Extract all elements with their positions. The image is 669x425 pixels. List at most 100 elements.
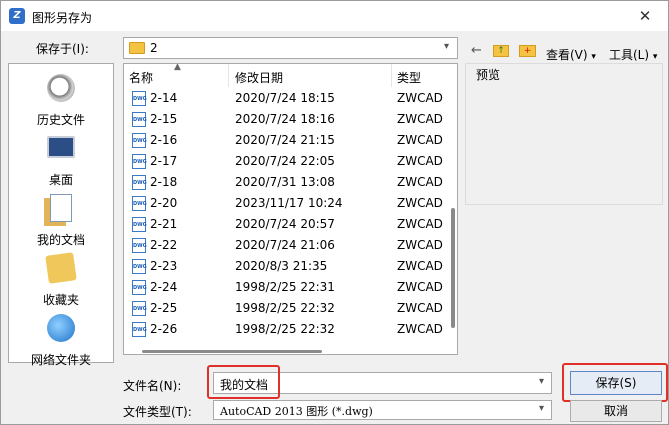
place-network[interactable]: 网络文件夹	[9, 308, 113, 367]
file-date: 1998/2/25 22:32	[235, 301, 335, 315]
file-name: 2-16	[150, 133, 178, 147]
dwg-file-icon: DWG	[132, 112, 147, 127]
file-row[interactable]: DWG 2-23 2020/8/3 21:35 ZWCAD	[124, 256, 457, 277]
chevron-down-icon: ▾	[539, 403, 545, 414]
file-type: ZWCAD	[397, 133, 443, 147]
file-type: ZWCAD	[397, 259, 443, 273]
file-name: 2-18	[150, 175, 178, 189]
preview-label: 预览	[476, 68, 501, 82]
file-row[interactable]: DWG 2-24 1998/2/25 22:31 ZWCAD	[124, 277, 457, 298]
file-row[interactable]: DWG 2-26 1998/2/25 22:32 ZWCAD	[124, 319, 457, 340]
horizontal-scrollbar[interactable]	[142, 350, 322, 353]
filename-label: 文件名(N):	[123, 379, 182, 393]
file-date: 2020/7/24 18:16	[235, 112, 335, 126]
file-type: ZWCAD	[397, 112, 443, 126]
file-row[interactable]: DWG 2-14 2020/7/24 18:15 ZWCAD	[124, 88, 457, 109]
filetype-dropdown[interactable]: AutoCAD 2013 图形 (*.dwg) ▾	[213, 400, 552, 420]
network-folder-icon	[47, 314, 75, 342]
column-header-name-label: 名称	[129, 71, 154, 85]
file-row[interactable]: DWG 2-18 2020/7/31 13:08 ZWCAD	[124, 172, 457, 193]
dwg-file-icon: DWG	[132, 217, 147, 232]
file-date: 2020/7/24 21:06	[235, 238, 335, 252]
file-row[interactable]: DWG 2-22 2020/7/24 21:06 ZWCAD	[124, 235, 457, 256]
place-history[interactable]: 历史文件	[9, 68, 113, 127]
dwg-file-icon: DWG	[132, 280, 147, 295]
file-type: ZWCAD	[397, 196, 443, 210]
places-bar: 历史文件 桌面 我的文档 收藏夹 网络文件夹	[8, 63, 114, 367]
file-row[interactable]: DWG 2-20 2023/11/17 10:24 ZWCAD	[124, 193, 457, 214]
file-name: 2-22	[150, 238, 178, 252]
history-clock-icon	[47, 74, 75, 102]
cancel-button[interactable]: 取消	[570, 400, 662, 422]
file-type: ZWCAD	[397, 175, 443, 189]
file-name: 2-17	[150, 154, 178, 168]
file-name: 2-15	[150, 112, 178, 126]
place-label: 收藏夹	[42, 293, 79, 307]
dwg-file-icon: DWG	[132, 196, 147, 211]
file-row[interactable]: DWG 2-15 2020/7/24 18:16 ZWCAD	[124, 109, 457, 130]
column-header-name[interactable]: ▲ 名称	[124, 64, 229, 87]
file-list[interactable]: ▲ 名称 修改日期 类型 DWG 2-14 2020/7/24 18:15 ZWCAD…	[123, 63, 458, 355]
dwg-file-icon: DWG	[132, 133, 147, 148]
file-date: 2020/7/31 13:08	[235, 175, 335, 189]
place-desktop[interactable]: 桌面	[9, 128, 113, 187]
file-name: 2-26	[150, 322, 178, 336]
back-icon[interactable]: ←	[471, 43, 482, 58]
dwg-file-icon: DWG	[132, 238, 147, 253]
place-label: 桌面	[48, 173, 73, 187]
file-row[interactable]: DWG 2-17 2020/7/24 22:05 ZWCAD	[124, 151, 457, 172]
save-in-value: 2	[150, 41, 158, 55]
file-row[interactable]: DWG 2-21 2020/7/24 20:57 ZWCAD	[124, 214, 457, 235]
file-name: 2-24	[150, 280, 178, 294]
file-name: 2-25	[150, 301, 178, 315]
save-as-dialog: Z 图形另存为 ✕ 保存于(I): 2 ▾ ← ↑ + 查看(V) ▾ 工具(L…	[0, 0, 669, 425]
chevron-down-icon: ▾	[591, 52, 596, 62]
file-name: 2-21	[150, 217, 178, 231]
highlight-filename	[207, 365, 280, 399]
place-label: 历史文件	[36, 113, 85, 127]
tools-menu-button[interactable]: 工具(L) ▾	[609, 46, 657, 63]
file-row[interactable]: DWG 2-16 2020/7/24 21:15 ZWCAD	[124, 130, 457, 151]
up-folder-icon[interactable]: ↑	[493, 45, 509, 57]
close-button[interactable]: ✕	[630, 3, 660, 29]
dwg-file-icon: DWG	[132, 91, 147, 106]
documents-icon	[50, 194, 72, 222]
column-header-date[interactable]: 修改日期	[229, 64, 392, 87]
vertical-scrollbar[interactable]	[451, 208, 455, 328]
file-row[interactable]: DWG 2-25 1998/2/25 22:32 ZWCAD	[124, 298, 457, 319]
file-type: ZWCAD	[397, 301, 443, 315]
desktop-icon	[47, 136, 75, 158]
chevron-down-icon: ▾	[444, 41, 450, 52]
file-type: ZWCAD	[397, 280, 443, 294]
save-in-dropdown[interactable]: 2 ▾	[123, 37, 458, 59]
favorites-icon	[45, 252, 77, 284]
file-date: 2020/7/24 20:57	[235, 217, 335, 231]
place-documents[interactable]: 我的文档	[9, 188, 113, 247]
file-type: ZWCAD	[397, 238, 443, 252]
title-bar: Z 图形另存为 ✕	[1, 1, 668, 31]
file-date: 2020/8/3 21:35	[235, 259, 328, 273]
dwg-file-icon: DWG	[132, 322, 147, 337]
zwcad-icon: Z	[9, 8, 25, 24]
view-menu-button[interactable]: 查看(V) ▾	[546, 46, 596, 63]
file-name: 2-20	[150, 196, 178, 210]
dwg-file-icon: DWG	[132, 154, 147, 169]
column-header-type[interactable]: 类型	[392, 64, 457, 87]
highlight-save-button	[562, 363, 668, 402]
view-menu-label: 查看(V)	[546, 48, 588, 62]
preview-panel: 预览	[465, 63, 663, 205]
chevron-down-icon[interactable]: ▾	[539, 376, 544, 387]
file-date: 2023/11/17 10:24	[235, 196, 343, 210]
file-type: ZWCAD	[397, 91, 443, 105]
filetype-label: 文件类型(T):	[123, 405, 192, 419]
place-label: 网络文件夹	[30, 353, 91, 367]
dwg-file-icon: DWG	[132, 175, 147, 190]
file-date: 2020/7/24 22:05	[235, 154, 335, 168]
file-date: 2020/7/24 21:15	[235, 133, 335, 147]
tools-menu-label: 工具(L)	[609, 48, 650, 62]
dwg-file-icon: DWG	[132, 301, 147, 316]
place-favorites[interactable]: 收藏夹	[9, 248, 113, 307]
save-in-label: 保存于(I):	[36, 42, 89, 56]
sort-up-icon: ▲	[174, 63, 181, 72]
new-folder-icon[interactable]: +	[519, 45, 536, 57]
